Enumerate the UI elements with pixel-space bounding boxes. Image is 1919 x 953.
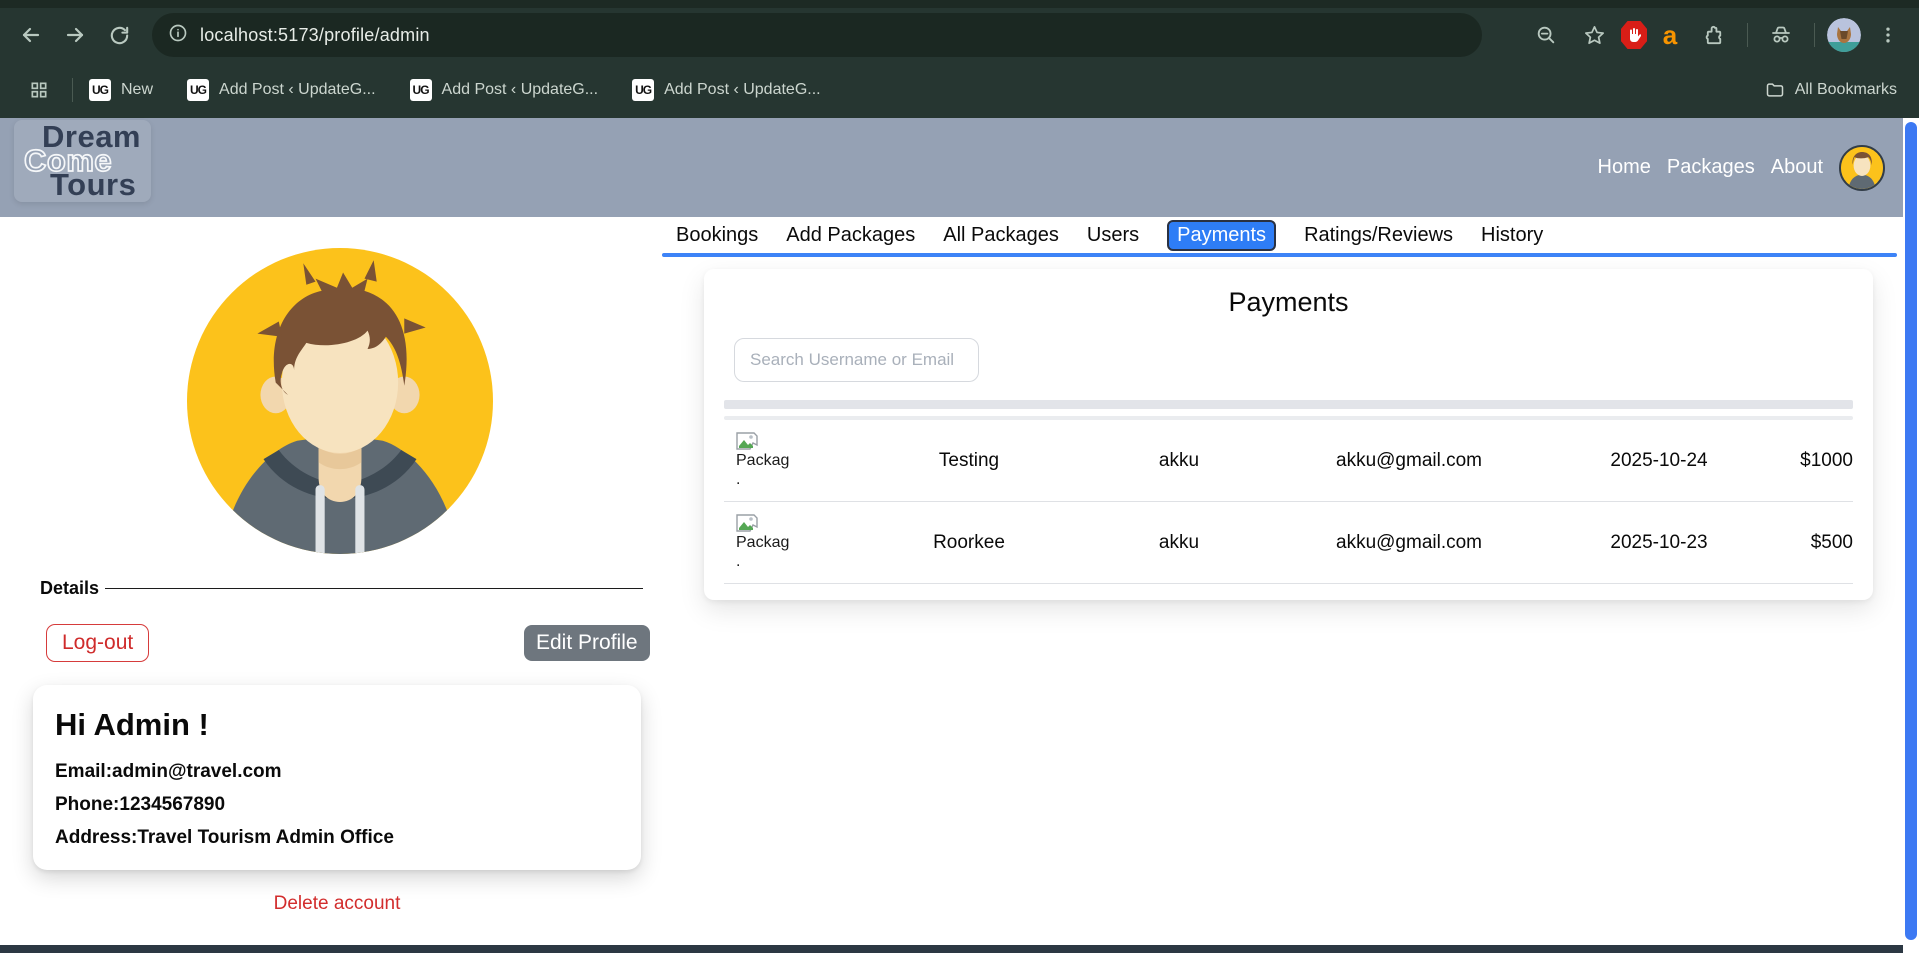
scrollbar-thumb[interactable] xyxy=(1905,122,1917,940)
extensions-icon[interactable] xyxy=(1693,14,1735,56)
username: akku xyxy=(1084,450,1274,472)
table-header-strip xyxy=(724,400,1853,409)
site-logo: Dream Come Tours xyxy=(14,120,151,202)
payment-row: Packag . Roorkee akku akku@gmail.com 202… xyxy=(724,502,1853,584)
bookmark-item[interactable]: UG New xyxy=(89,79,153,101)
tab-history[interactable]: History xyxy=(1481,224,1543,247)
all-bookmarks-label: All Bookmarks xyxy=(1795,81,1897,99)
profile-info-card: Hi Admin ! Email:admin@travel.com Phone:… xyxy=(33,685,641,870)
package-image-broken: Packag . xyxy=(724,514,854,571)
menu-kebab-icon[interactable] xyxy=(1867,14,1909,56)
search-input[interactable] xyxy=(734,338,979,382)
bookmark-favicon: UG xyxy=(632,79,654,101)
browser-avatar[interactable] xyxy=(1827,18,1861,52)
bookmark-item[interactable]: UG Add Post ‹ UpdateG... xyxy=(632,79,821,101)
site-nav: Home Packages About xyxy=(1598,118,1885,217)
broken-image-icon xyxy=(736,514,758,532)
username: akku xyxy=(1084,532,1274,554)
payment-amount: $1000 xyxy=(1774,450,1853,472)
tab-users[interactable]: Users xyxy=(1087,224,1139,247)
payments-title: Payments xyxy=(724,287,1853,318)
tabs-underline xyxy=(662,253,1897,257)
delete-account-link[interactable]: Delete account xyxy=(33,893,641,915)
adblock-extension-icon[interactable] xyxy=(1621,21,1647,49)
admin-tabs: Bookings Add Packages All Packages Users… xyxy=(676,224,1543,247)
bookmark-favicon: UG xyxy=(187,79,209,101)
nav-packages[interactable]: Packages xyxy=(1667,156,1755,179)
payment-date: 2025-10-24 xyxy=(1544,450,1774,472)
phone-line: Phone:1234567890 xyxy=(55,788,619,821)
details-label: Details xyxy=(40,578,99,599)
payment-amount: $500 xyxy=(1774,532,1853,554)
greeting-text: Hi Admin ! xyxy=(55,707,619,743)
tab-add-packages[interactable]: Add Packages xyxy=(786,224,915,247)
bookmark-favicon: UG xyxy=(89,79,111,101)
profile-avatar-image xyxy=(187,248,493,554)
bookmark-label: Add Post ‹ UpdateG... xyxy=(219,81,376,99)
nav-home[interactable]: Home xyxy=(1598,156,1651,179)
incognito-icon[interactable] xyxy=(1760,14,1802,56)
bookmark-label: Add Post ‹ UpdateG... xyxy=(442,81,599,99)
tab-bookings[interactable]: Bookings xyxy=(676,224,758,247)
email-line: Email:admin@travel.com xyxy=(55,755,619,788)
toolbar-separator xyxy=(1814,23,1815,47)
payment-row: Packag . Testing akku akku@gmail.com 202… xyxy=(724,420,1853,502)
broken-image-icon xyxy=(736,432,758,450)
url-text[interactable]: localhost:5173/profile/admin xyxy=(200,25,430,46)
edit-profile-button[interactable]: Edit Profile xyxy=(524,625,650,661)
page-scrollbar[interactable] xyxy=(1903,118,1919,953)
header-avatar[interactable] xyxy=(1839,145,1885,191)
page-footer-strip xyxy=(0,945,1919,953)
tab-payments[interactable]: Payments xyxy=(1167,220,1276,251)
all-bookmarks-button[interactable]: All Bookmarks xyxy=(1765,80,1897,100)
bookmark-favicon: UG xyxy=(410,79,432,101)
email: akku@gmail.com xyxy=(1274,532,1544,554)
bookmarks-bar: UG New UG Add Post ‹ UpdateG... UG Add P… xyxy=(0,62,1919,118)
folder-icon xyxy=(1765,80,1785,100)
package-name: Testing xyxy=(854,450,1084,472)
bookmark-label: New xyxy=(121,81,153,99)
zoom-icon[interactable] xyxy=(1525,14,1567,56)
bookmark-item[interactable]: UG Add Post ‹ UpdateG... xyxy=(410,79,599,101)
bookmarks-separator xyxy=(72,78,73,102)
site-header: Dream Come Tours Home Packages About xyxy=(0,118,1919,217)
bookmark-star-icon[interactable] xyxy=(1573,14,1615,56)
browser-toolbar: localhost:5173/profile/admin a xyxy=(0,8,1919,62)
forward-icon[interactable] xyxy=(54,14,96,56)
logo-line-3: Tours xyxy=(50,172,141,198)
apps-grid-icon[interactable] xyxy=(22,73,56,107)
amazon-extension-icon[interactable]: a xyxy=(1653,14,1687,56)
address-bar[interactable]: localhost:5173/profile/admin xyxy=(152,13,1482,57)
payments-panel: Payments Packag . Testing akku akku@gmai… xyxy=(704,269,1873,600)
bookmark-item[interactable]: UG Add Post ‹ UpdateG... xyxy=(187,79,376,101)
bookmark-label: Add Post ‹ UpdateG... xyxy=(664,81,821,99)
window-frame xyxy=(0,0,1919,8)
logout-button[interactable]: Log-out xyxy=(46,624,149,662)
package-name: Roorkee xyxy=(854,532,1084,554)
payment-date: 2025-10-23 xyxy=(1544,532,1774,554)
nav-about[interactable]: About xyxy=(1771,156,1823,179)
browser-chrome: localhost:5173/profile/admin a xyxy=(0,0,1919,118)
email: akku@gmail.com xyxy=(1274,450,1544,472)
toolbar-actions: a xyxy=(1525,14,1909,56)
package-image-broken: Packag . xyxy=(724,432,854,489)
details-divider: Details xyxy=(40,578,643,599)
address-line: Address:Travel Tourism Admin Office xyxy=(55,821,619,854)
site-info-icon[interactable] xyxy=(168,23,188,48)
tab-ratings-reviews[interactable]: Ratings/Reviews xyxy=(1304,224,1453,247)
toolbar-separator xyxy=(1747,23,1748,47)
back-icon[interactable] xyxy=(10,14,52,56)
tab-all-packages[interactable]: All Packages xyxy=(943,224,1059,247)
reload-icon[interactable] xyxy=(98,14,140,56)
